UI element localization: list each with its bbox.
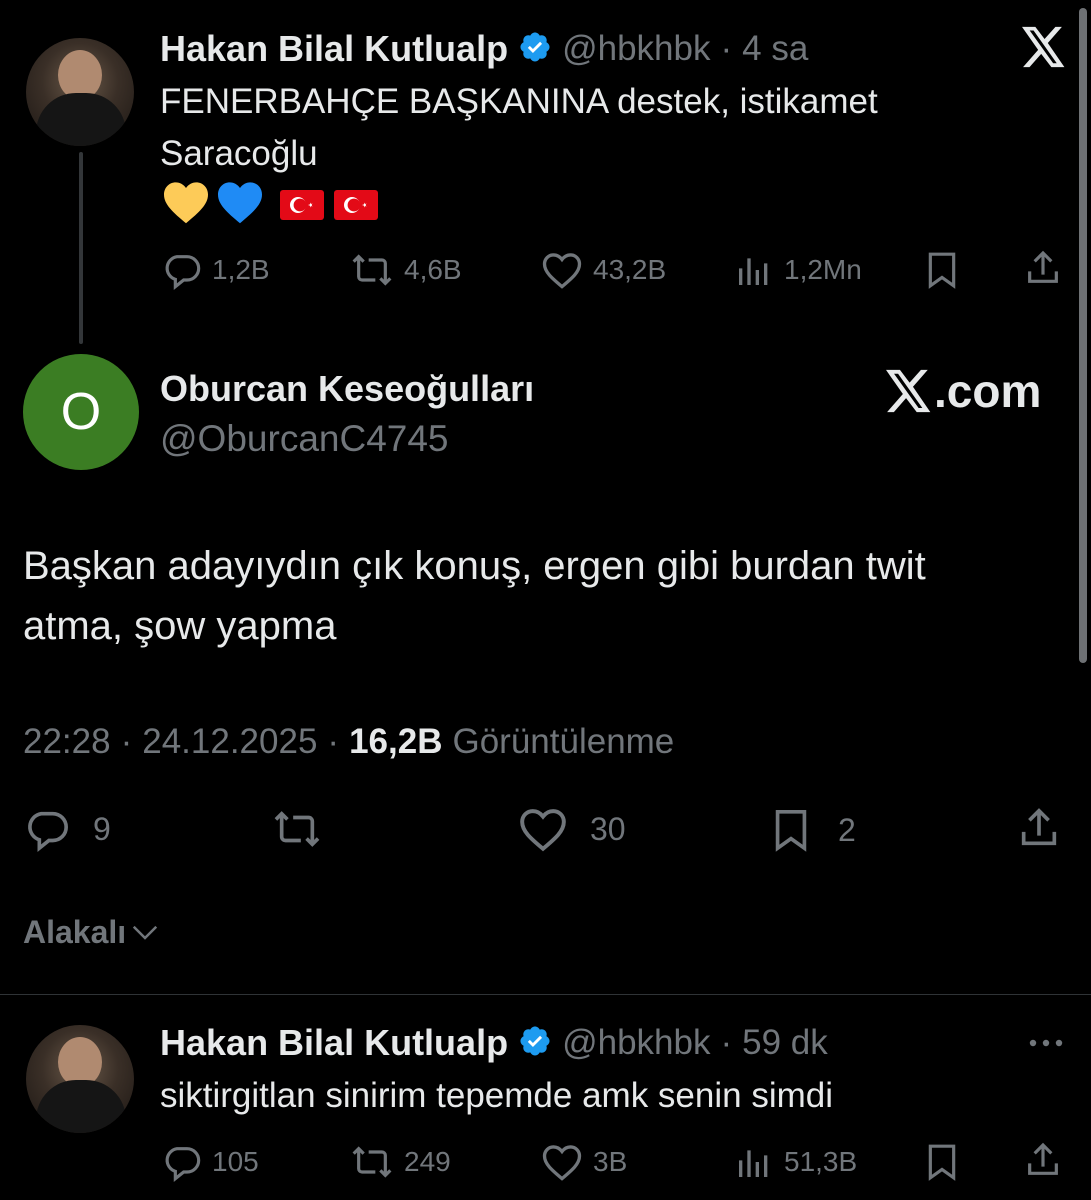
bookmark-icon[interactable] (922, 1142, 962, 1187)
like-button[interactable]: 30 (518, 806, 626, 852)
analytics-icon (739, 258, 768, 285)
tweet-text-line2: Saracoğlu (160, 134, 318, 173)
emoji-row (162, 180, 378, 229)
tweet-time[interactable]: 22:28 (23, 722, 111, 762)
watermark-text: .com (934, 365, 1042, 417)
author-name[interactable]: Hakan Bilal Kutlualp (160, 28, 508, 70)
separator-dot: · (327, 722, 340, 761)
yellow-heart-icon (162, 180, 210, 229)
retweet-icon (352, 254, 392, 286)
retweet-icon[interactable] (270, 806, 324, 857)
reply-count: 105 (212, 1146, 259, 1177)
verified-badge-icon (518, 30, 552, 69)
avatar-letter: O (60, 383, 102, 441)
views-button[interactable]: 1,2Mn (734, 250, 862, 290)
x-logo-icon (886, 369, 931, 413)
bookmark-icon[interactable] (922, 250, 962, 295)
verified-badge-icon (518, 1024, 552, 1063)
author-name[interactable]: Hakan Bilal Kutlualp (160, 1022, 508, 1064)
like-count: 3B (593, 1146, 628, 1177)
reply-icon (165, 1147, 201, 1182)
separator-dot: · (720, 1023, 733, 1062)
share-icon[interactable] (1023, 1140, 1063, 1185)
reply-button[interactable]: 1,2B (162, 250, 270, 290)
retweet-count: 4,6B (404, 254, 462, 285)
reply-icon (28, 811, 68, 852)
like-button[interactable]: 3B (541, 1142, 627, 1182)
analytics-icon (739, 1150, 768, 1177)
more-options-icon[interactable] (1028, 1036, 1064, 1054)
retweet-icon (352, 1146, 392, 1178)
like-button[interactable]: 43,2B (541, 250, 666, 290)
share-icon[interactable] (1016, 804, 1062, 857)
views-count: 1,2Mn (784, 254, 862, 285)
main-author-handle[interactable]: @OburcanC4745 (160, 418, 449, 460)
heart-icon (542, 253, 582, 289)
avatar-hakan[interactable] (26, 38, 134, 146)
chevron-down-icon (133, 925, 158, 940)
blue-heart-icon (216, 180, 264, 229)
share-icon[interactable] (1023, 248, 1063, 293)
reply-button[interactable]: 9 (23, 806, 111, 852)
author-handle[interactable]: @hbkhbk (562, 1023, 710, 1063)
turkey-flag-icon (334, 189, 378, 220)
tweet-date[interactable]: 24.12.2025 (142, 722, 317, 762)
main-text-line2: atma, şow yapma (23, 604, 337, 648)
main-text-line1: Başkan adayıydın çık konuş, ergen gibi b… (23, 544, 926, 588)
heart-icon (520, 809, 566, 852)
like-count: 30 (590, 810, 626, 847)
reply-tweet-text: siktirgitlan sinirim tepemde amk senin s… (160, 1076, 833, 1115)
like-count: 43,2B (593, 254, 667, 285)
bookmark-button[interactable]: 2 (768, 806, 856, 854)
tweet-meta: 22:28 · 24.12.2025 · 16,2B Görüntülenme (23, 722, 674, 762)
bookmark-icon (775, 809, 807, 852)
quoted-tweet-text: FENERBAHÇE BAŞKANINA destek, istikamet S… (160, 76, 1040, 180)
divider (0, 994, 1091, 995)
avatar-oburcan[interactable]: O (23, 354, 139, 470)
tweet-text-line1: FENERBAHÇE BAŞKANINA destek, istikamet (160, 82, 878, 121)
sort-label: Alakalı (23, 914, 127, 950)
turkey-flag-icon (280, 189, 324, 220)
thread-line (79, 152, 83, 344)
retweet-button[interactable]: 249 (350, 1142, 451, 1182)
views-count: 51,3B (784, 1146, 858, 1177)
heart-icon (542, 1145, 582, 1181)
views-label: Görüntülenme (452, 722, 675, 761)
separator-dot: · (720, 29, 733, 68)
retweet-count: 249 (404, 1146, 451, 1177)
reply-button[interactable]: 105 (162, 1142, 259, 1182)
scrollbar[interactable] (1079, 8, 1087, 663)
avatar-hakan[interactable] (26, 1025, 134, 1133)
tweet-time[interactable]: 59 dk (742, 1023, 828, 1063)
main-author-name[interactable]: Oburcan Keseoğulları (160, 368, 534, 410)
main-tweet-text: Başkan adayıydın çık konuş, ergen gibi b… (23, 536, 1053, 656)
tweet-time[interactable]: 4 sa (742, 29, 808, 69)
author-handle[interactable]: @hbkhbk (562, 29, 710, 69)
x-logo-icon[interactable] (1022, 26, 1066, 73)
quoted-tweet-header: Hakan Bilal Kutlualp @hbkhbk · 4 sa (160, 28, 808, 70)
reply-count: 1,2B (212, 254, 270, 285)
views-count: 16,2B (349, 722, 443, 761)
retweet-button[interactable]: 4,6B (350, 250, 462, 290)
xcom-watermark: .com (886, 364, 1041, 418)
reply-tweet-header: Hakan Bilal Kutlualp @hbkhbk · 59 dk (160, 1022, 828, 1064)
views-button[interactable]: 51,3B (734, 1142, 857, 1182)
reply-count: 9 (93, 810, 111, 847)
sort-dropdown[interactable]: Alakalı (23, 914, 160, 951)
bookmark-count: 2 (838, 811, 856, 848)
reply-icon (165, 255, 201, 290)
separator-dot: · (120, 722, 133, 761)
